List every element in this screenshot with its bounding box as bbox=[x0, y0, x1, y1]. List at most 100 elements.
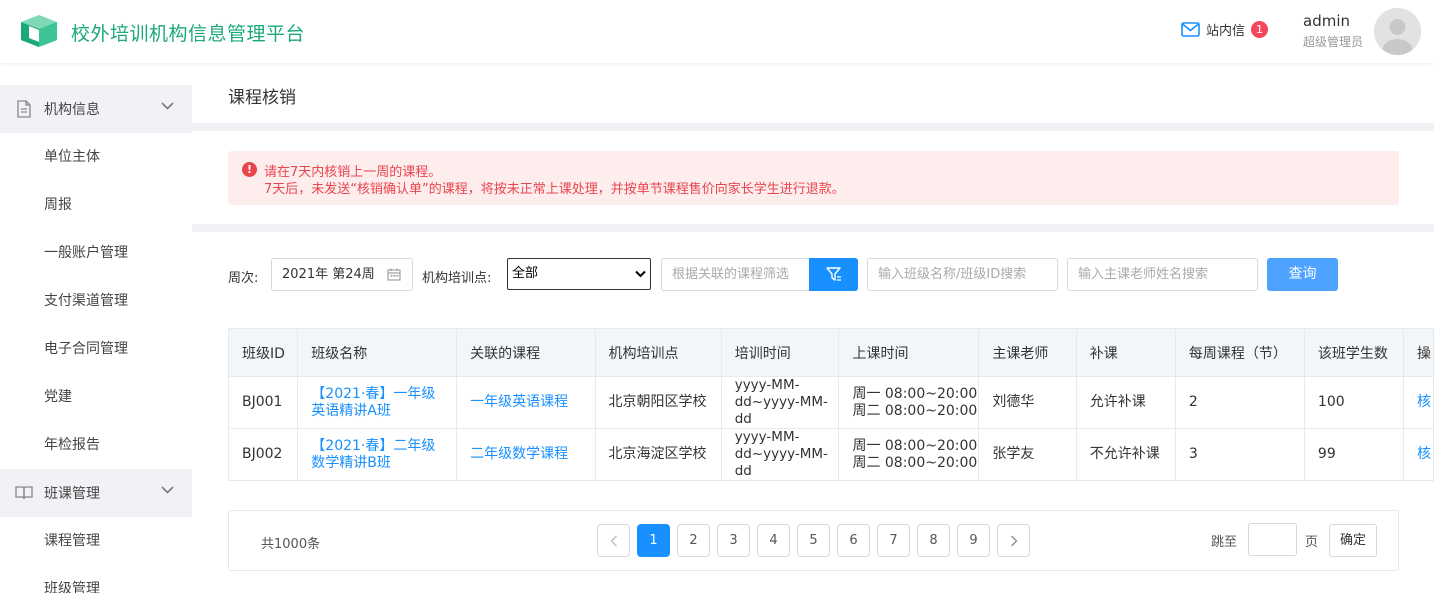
sidebar-item-annual-report[interactable]: 年检报告 bbox=[0, 421, 192, 469]
chevron-right-icon bbox=[1010, 535, 1017, 547]
col-course: 关联的课程 bbox=[456, 328, 596, 377]
action-link[interactable]: 核 bbox=[1417, 394, 1431, 410]
cell-train-time: yyyy-MM-dd~yyyy-MM-dd bbox=[734, 377, 828, 428]
chevron-down-icon bbox=[635, 270, 646, 278]
col-train-time: 培训时间 bbox=[720, 328, 840, 377]
book-icon bbox=[15, 486, 33, 500]
page-button-3[interactable]: 3 bbox=[717, 524, 750, 557]
sidebar-item-accounts[interactable]: 一般账户管理 bbox=[0, 229, 192, 277]
sidebar-item-contracts[interactable]: 电子合同管理 bbox=[0, 325, 192, 373]
site-label: 机构培训点: bbox=[422, 271, 492, 286]
messages-label: 站内信 bbox=[1206, 24, 1246, 39]
page-button-4[interactable]: 4 bbox=[757, 524, 790, 557]
table-row: BJ002 【2021·春】二年级 数学精讲B班 二年级数学课程 北京海淀区学校… bbox=[227, 428, 1434, 481]
sidebar: 机构信息 单位主体 周报 一般账户管理 支付渠道管理 电子合同管理 党建 年检报… bbox=[0, 63, 192, 593]
course-filter-button[interactable] bbox=[809, 258, 858, 291]
sidebar-item-entity[interactable]: 单位主体 bbox=[0, 133, 192, 181]
sidebar-item-party[interactable]: 党建 bbox=[0, 373, 192, 421]
class-name-line-1[interactable]: 【2021·春】一年级 bbox=[311, 386, 455, 403]
col-actions: 操 bbox=[1403, 328, 1434, 377]
exclamation-icon: ! bbox=[242, 162, 257, 177]
sidebar-group-class-mgmt[interactable]: 班课管理 bbox=[0, 469, 192, 517]
page-button-7[interactable]: 7 bbox=[877, 524, 910, 557]
week-picker[interactable]: 2021年 第24周 bbox=[271, 258, 413, 291]
chevron-down-icon bbox=[161, 102, 174, 110]
avatar[interactable] bbox=[1374, 8, 1421, 55]
sidebar-group-org-info[interactable]: 机构信息 bbox=[0, 85, 192, 133]
sidebar-item-courses[interactable]: 课程管理 bbox=[0, 517, 192, 565]
cell-class-id: BJ002 bbox=[227, 428, 299, 481]
mail-icon bbox=[1181, 22, 1200, 37]
col-weekly: 每周课程（节） bbox=[1174, 328, 1305, 377]
top-header: 校外培训机构信息管理平台 站内信 1 admin 超级管理员 bbox=[0, 0, 1434, 63]
col-class-time: 上课时间 bbox=[838, 328, 980, 377]
class-time-line-2: 周二 08:00~20:00 bbox=[852, 402, 978, 419]
jump-page-input[interactable] bbox=[1248, 523, 1297, 556]
query-button[interactable]: 查询 bbox=[1267, 258, 1338, 291]
filter-icon bbox=[826, 267, 841, 281]
user-role: 超级管理员 bbox=[1303, 35, 1364, 49]
class-name-line-2[interactable]: 数学精讲B班 bbox=[311, 455, 455, 472]
col-makeup: 补课 bbox=[1075, 328, 1176, 377]
chevron-down-icon bbox=[161, 486, 174, 494]
class-name-line-1[interactable]: 【2021·春】二年级 bbox=[311, 438, 455, 455]
title-bar: 课程核销 bbox=[192, 63, 1434, 123]
alert-card: ! 请在7天内核销上一周的课程。 7天后，未发送“核销确认单”的课程，将按未正常… bbox=[192, 131, 1434, 224]
table-row: BJ001 【2021·春】一年级 英语精讲A班 一年级英语课程 北京朝阳区学校… bbox=[227, 376, 1434, 429]
document-icon bbox=[17, 100, 31, 118]
class-name-line-2[interactable]: 英语精讲A班 bbox=[311, 403, 455, 420]
class-search-input[interactable]: 输入班级名称/班级ID搜索 bbox=[867, 258, 1058, 291]
class-time-line-1: 周一 08:00~20:00 bbox=[852, 385, 978, 402]
logo-icon bbox=[21, 15, 57, 47]
col-class-name: 班级名称 bbox=[297, 328, 458, 377]
cell-weekly: 2 bbox=[1174, 376, 1305, 429]
page-title: 课程核销 bbox=[228, 88, 296, 108]
next-page-button[interactable] bbox=[997, 524, 1030, 557]
sidebar-item-weekly[interactable]: 周报 bbox=[0, 181, 192, 229]
sidebar-item-classes[interactable]: 班级管理 bbox=[0, 565, 192, 593]
course-filter-input[interactable]: 根据关联的课程筛选 bbox=[661, 258, 811, 291]
cell-teacher: 张学友 bbox=[978, 428, 1077, 481]
alert-line-2: 7天后，未发送“核销确认单”的课程，将按未正常上课处理，并按单节课程售价向家长学… bbox=[264, 182, 845, 197]
page-unit-label: 页 bbox=[1305, 535, 1319, 550]
teacher-search-input[interactable]: 输入主课老师姓名搜索 bbox=[1067, 258, 1258, 291]
content-card: 周次: 2021年 第24周 机构培训点: 全部 根据关联的课程筛选 输入班级名… bbox=[192, 232, 1434, 593]
sidebar-item-payment[interactable]: 支付渠道管理 bbox=[0, 277, 192, 325]
course-link[interactable]: 二年级数学课程 bbox=[470, 446, 568, 462]
user-info[interactable]: admin 超级管理员 bbox=[1303, 12, 1363, 50]
app-title: 校外培训机构信息管理平台 bbox=[71, 23, 306, 45]
class-time-line-1: 周一 08:00~20:00 bbox=[852, 437, 978, 454]
page-button-5[interactable]: 5 bbox=[797, 524, 830, 557]
table-header-row: 班级ID 班级名称 关联的课程 机构培训点 培训时间 上课时间 主课老师 补课 … bbox=[227, 328, 1434, 377]
page-button-2[interactable]: 2 bbox=[677, 524, 710, 557]
messages-link[interactable]: 站内信 1 bbox=[1181, 20, 1269, 39]
jump-confirm-button[interactable]: 确定 bbox=[1329, 524, 1377, 557]
class-table: 班级ID 班级名称 关联的课程 机构培训点 培训时间 上课时间 主课老师 补课 … bbox=[227, 328, 1434, 481]
page-button-8[interactable]: 8 bbox=[917, 524, 950, 557]
action-link[interactable]: 核 bbox=[1417, 446, 1431, 462]
week-value: 2021年 第24周 bbox=[282, 267, 375, 282]
cell-makeup: 不允许补课 bbox=[1075, 428, 1176, 481]
cell-site: 北京海淀区学校 bbox=[594, 428, 722, 481]
col-site: 机构培训点 bbox=[594, 328, 722, 377]
sidebar-group-label: 机构信息 bbox=[44, 102, 100, 118]
calendar-icon bbox=[387, 268, 401, 281]
messages-badge: 1 bbox=[1251, 21, 1269, 38]
page-button-6[interactable]: 6 bbox=[837, 524, 870, 557]
cell-students: 99 bbox=[1303, 428, 1405, 481]
page-button-9[interactable]: 9 bbox=[957, 524, 990, 557]
site-value: 全部 bbox=[512, 266, 539, 281]
class-time-line-2: 周二 08:00~20:00 bbox=[852, 454, 978, 471]
cell-students: 100 bbox=[1303, 376, 1405, 429]
cell-teacher: 刘德华 bbox=[978, 376, 1077, 429]
site-select[interactable]: 全部 bbox=[507, 258, 651, 290]
cell-weekly: 3 bbox=[1174, 428, 1305, 481]
jump-label: 跳至 bbox=[1211, 535, 1238, 550]
prev-page-button[interactable] bbox=[597, 524, 630, 557]
cell-class-name[interactable]: 【2021·春】一年级 英语精讲A班 bbox=[297, 376, 458, 429]
page-button-1[interactable]: 1 bbox=[637, 524, 670, 557]
course-link[interactable]: 一年级英语课程 bbox=[470, 394, 568, 410]
total-count: 共1000条 bbox=[261, 537, 321, 552]
cell-class-name[interactable]: 【2021·春】二年级 数学精讲B班 bbox=[297, 428, 458, 481]
col-teacher: 主课老师 bbox=[978, 328, 1077, 377]
